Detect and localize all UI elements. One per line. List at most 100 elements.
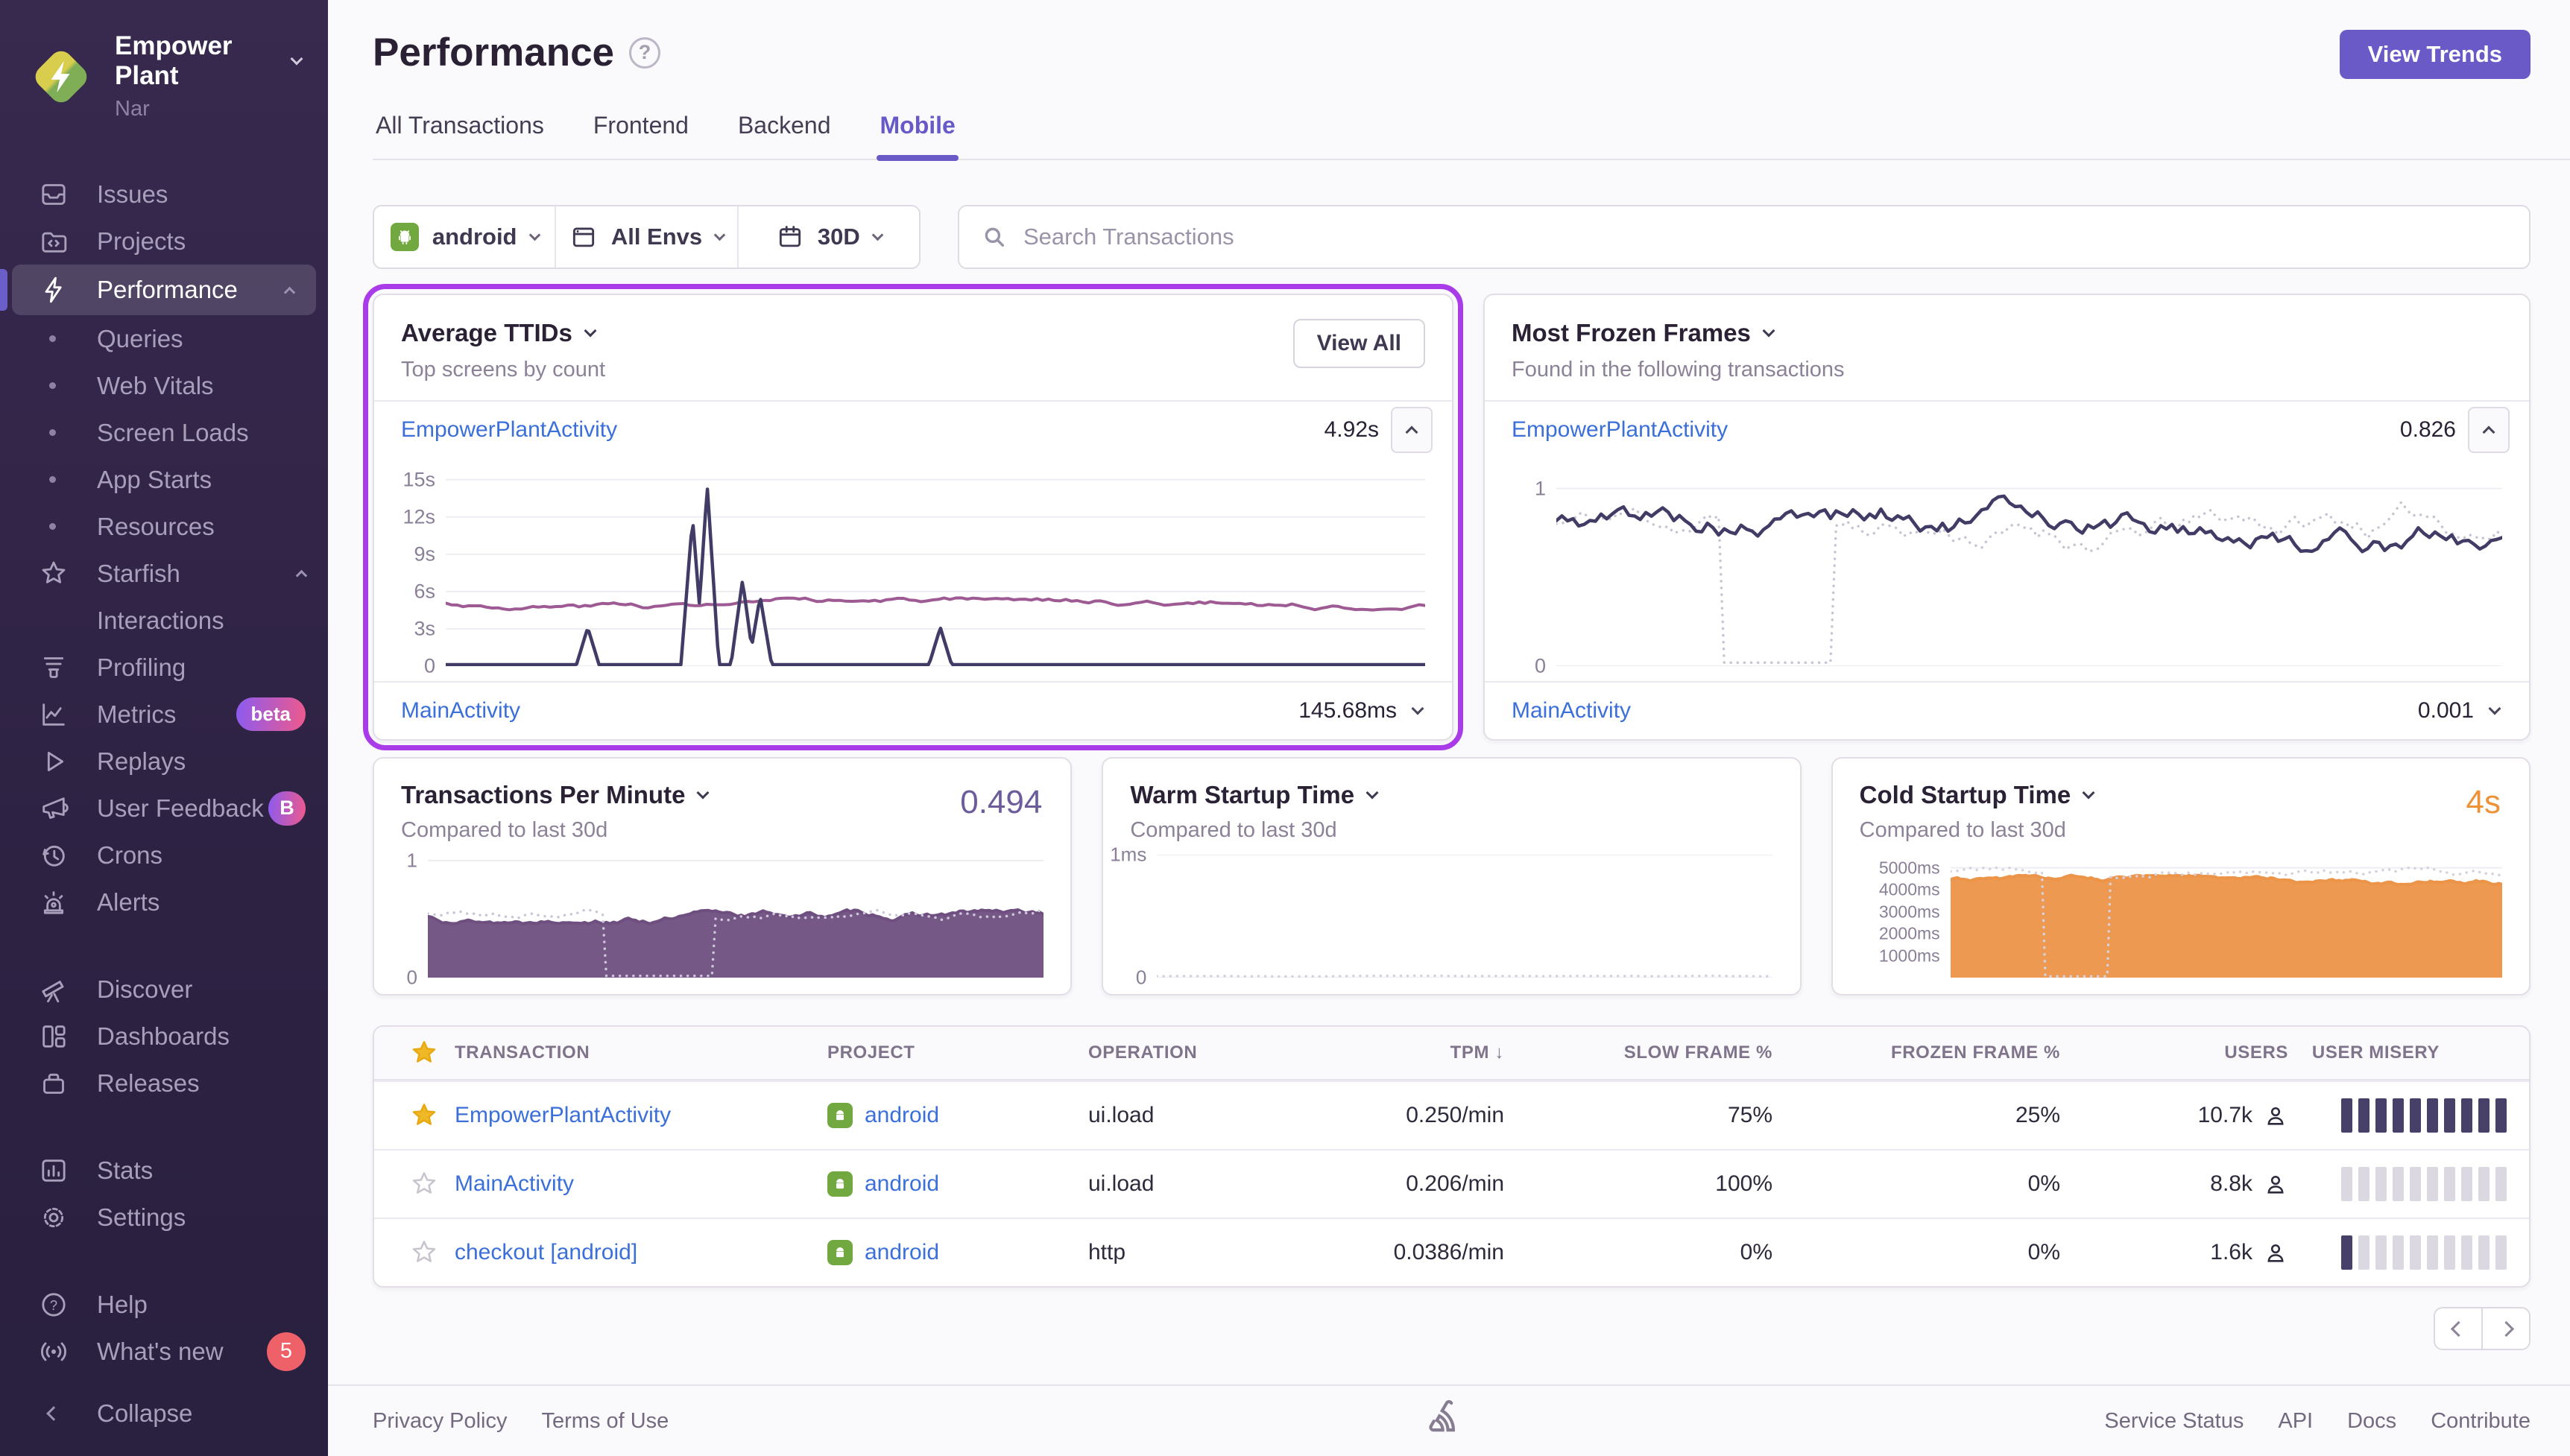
help-icon: ? (39, 1290, 69, 1320)
sidebar-item-app-starts[interactable]: App Starts (0, 456, 328, 503)
environment-filter[interactable]: All Envs (555, 206, 736, 268)
app-root: Empower Plant Nar Issues Projects Perfor… (0, 0, 2570, 1456)
column-header-tpm[interactable]: TPM ↓ (1291, 1042, 1504, 1063)
sidebar-item-dashboards[interactable]: Dashboards (0, 1013, 328, 1060)
org-switcher[interactable]: Empower Plant Nar (0, 31, 328, 121)
sidebar-item-crons[interactable]: Crons (0, 832, 328, 879)
api-link[interactable]: API (2278, 1409, 2313, 1434)
contribute-link[interactable]: Contribute (2431, 1409, 2530, 1434)
tab-all-transactions[interactable]: All Transactions (373, 112, 547, 159)
project-link[interactable]: android (865, 1240, 939, 1265)
sidebar-item-stats[interactable]: Stats (0, 1147, 328, 1194)
project-link[interactable]: android (865, 1103, 939, 1128)
date-range-filter[interactable]: 30D (737, 206, 919, 268)
column-header-user-misery[interactable]: User Misery (2288, 1042, 2529, 1063)
prev-page-button[interactable] (2434, 1307, 2483, 1350)
transaction-link[interactable]: EmpowerPlantActivity (1512, 417, 1728, 443)
page-title-text: Performance (373, 30, 614, 75)
cold-chart-plot[interactable] (1951, 855, 2502, 978)
warm-startup-title[interactable]: Warm Startup Time (1103, 781, 1799, 809)
sidebar-item-interactions[interactable]: Interactions (0, 597, 328, 644)
expand-row-button[interactable] (2489, 703, 2501, 715)
sidebar-item-metrics[interactable]: Metrics beta (0, 691, 328, 738)
sidebar-item-replays[interactable]: Replays (0, 738, 328, 785)
sidebar-item-screen-loads[interactable]: Screen Loads (0, 409, 328, 456)
tab-mobile[interactable]: Mobile (877, 112, 958, 159)
view-trends-button[interactable]: View Trends (2340, 30, 2530, 79)
expand-row-button[interactable] (1412, 703, 1424, 715)
sidebar-item-queries[interactable]: Queries (0, 315, 328, 362)
project-filter[interactable]: android (374, 206, 555, 268)
transaction-link[interactable]: MainActivity (1512, 698, 1631, 724)
collapse-row-button[interactable] (2468, 407, 2510, 453)
tab-backend[interactable]: Backend (735, 112, 834, 159)
sidebar-item-issues[interactable]: Issues (0, 171, 328, 218)
next-page-button[interactable] (2481, 1307, 2530, 1350)
sidebar-item-projects[interactable]: Projects (0, 218, 328, 265)
column-header-users[interactable]: Users (2060, 1042, 2288, 1063)
sidebar-item-performance[interactable]: Performance (12, 265, 316, 315)
docs-link[interactable]: Docs (2347, 1409, 2396, 1434)
sidebar-item-starfish[interactable]: Starfish (0, 550, 328, 597)
sidebar-item-web-vitals[interactable]: Web Vitals (0, 362, 328, 409)
chevron-down-icon (584, 325, 596, 338)
sidebar-item-profiling[interactable]: Profiling (0, 644, 328, 691)
users-cell: 1.6k (2060, 1240, 2288, 1265)
tpm-chart-plot[interactable] (428, 855, 1044, 978)
transaction-link[interactable]: MainActivity (401, 698, 520, 724)
ttid-chart-plot[interactable] (446, 467, 1425, 666)
sidebar-item-user-feedback[interactable]: User Feedback B (0, 785, 328, 832)
issues-icon (39, 180, 69, 209)
sidebar: Empower Plant Nar Issues Projects Perfor… (0, 0, 328, 1456)
frozen-frames-title[interactable]: Most Frozen Frames (1512, 319, 1845, 347)
clock-icon (39, 841, 69, 870)
column-header-transaction[interactable]: Transaction (455, 1042, 827, 1063)
transaction-link[interactable]: EmpowerPlantActivity (401, 417, 617, 443)
sidebar-item-discover[interactable]: Discover (0, 966, 328, 1013)
star-toggle[interactable] (394, 1101, 455, 1130)
sidebar-item-whats-new[interactable]: What's new 5 (0, 1328, 328, 1375)
column-header-slow-frame[interactable]: Slow Frame % (1504, 1042, 1772, 1063)
help-icon[interactable]: ? (629, 37, 660, 69)
column-header-operation[interactable]: Operation (1088, 1042, 1291, 1063)
transaction-link[interactable]: checkout [android] (455, 1240, 827, 1265)
sidebar-item-settings[interactable]: Settings (0, 1194, 328, 1241)
search-input[interactable] (1023, 224, 2507, 250)
sidebar-item-resources[interactable]: Resources (0, 503, 328, 550)
play-icon (39, 747, 69, 776)
transaction-link[interactable]: MainActivity (455, 1171, 827, 1197)
ttid-value: 145.68ms (1298, 698, 1397, 724)
cold-startup-subtitle: Compared to last 30d (1833, 818, 2529, 843)
operation-cell: http (1088, 1240, 1291, 1265)
frozen-frames-header: Most Frozen Frames Found in the followin… (1485, 295, 2529, 402)
frozen-chart-plot[interactable] (1556, 467, 2502, 666)
cold-startup-title[interactable]: Cold Startup Time (1833, 781, 2529, 809)
sidebar-item-label: App Starts (97, 466, 212, 494)
column-header-frozen-frame[interactable]: Frozen Frame % (1772, 1042, 2060, 1063)
cold-startup-card: Cold Startup Time 4s Compared to last 30… (1831, 757, 2530, 996)
privacy-policy-link[interactable]: Privacy Policy (373, 1409, 508, 1434)
sidebar-item-help[interactable]: ? Help (0, 1281, 328, 1328)
column-header-project[interactable]: Project (827, 1042, 1088, 1063)
frozen-frame-cell: 0% (1772, 1240, 2060, 1265)
tab-frontend[interactable]: Frontend (590, 112, 692, 159)
sidebar-item-releases[interactable]: Releases (0, 1060, 328, 1107)
transaction-link[interactable]: EmpowerPlantActivity (455, 1103, 827, 1128)
star-toggle[interactable] (394, 1238, 455, 1267)
tab-bar: All Transactions Frontend Backend Mobile (373, 112, 2570, 160)
sidebar-item-label: Interactions (97, 607, 224, 635)
cold-startup-value: 4s (2466, 784, 2501, 821)
terms-of-use-link[interactable]: Terms of Use (542, 1409, 669, 1434)
sidebar-item-alerts[interactable]: Alerts (0, 879, 328, 925)
search-icon (982, 224, 1007, 250)
avg-ttids-title[interactable]: Average TTIDs (401, 319, 605, 347)
frozen-value: 0.826 (2400, 417, 2456, 443)
service-status-link[interactable]: Service Status (2104, 1409, 2244, 1434)
view-all-button[interactable]: View All (1293, 319, 1425, 368)
warm-chart-plot[interactable] (1157, 855, 1772, 978)
sidebar-item-collapse[interactable]: Collapse (0, 1390, 328, 1437)
collapse-row-button[interactable] (1391, 407, 1433, 453)
beta-badge: beta (236, 697, 306, 731)
star-toggle[interactable] (394, 1170, 455, 1198)
project-link[interactable]: android (865, 1171, 939, 1197)
